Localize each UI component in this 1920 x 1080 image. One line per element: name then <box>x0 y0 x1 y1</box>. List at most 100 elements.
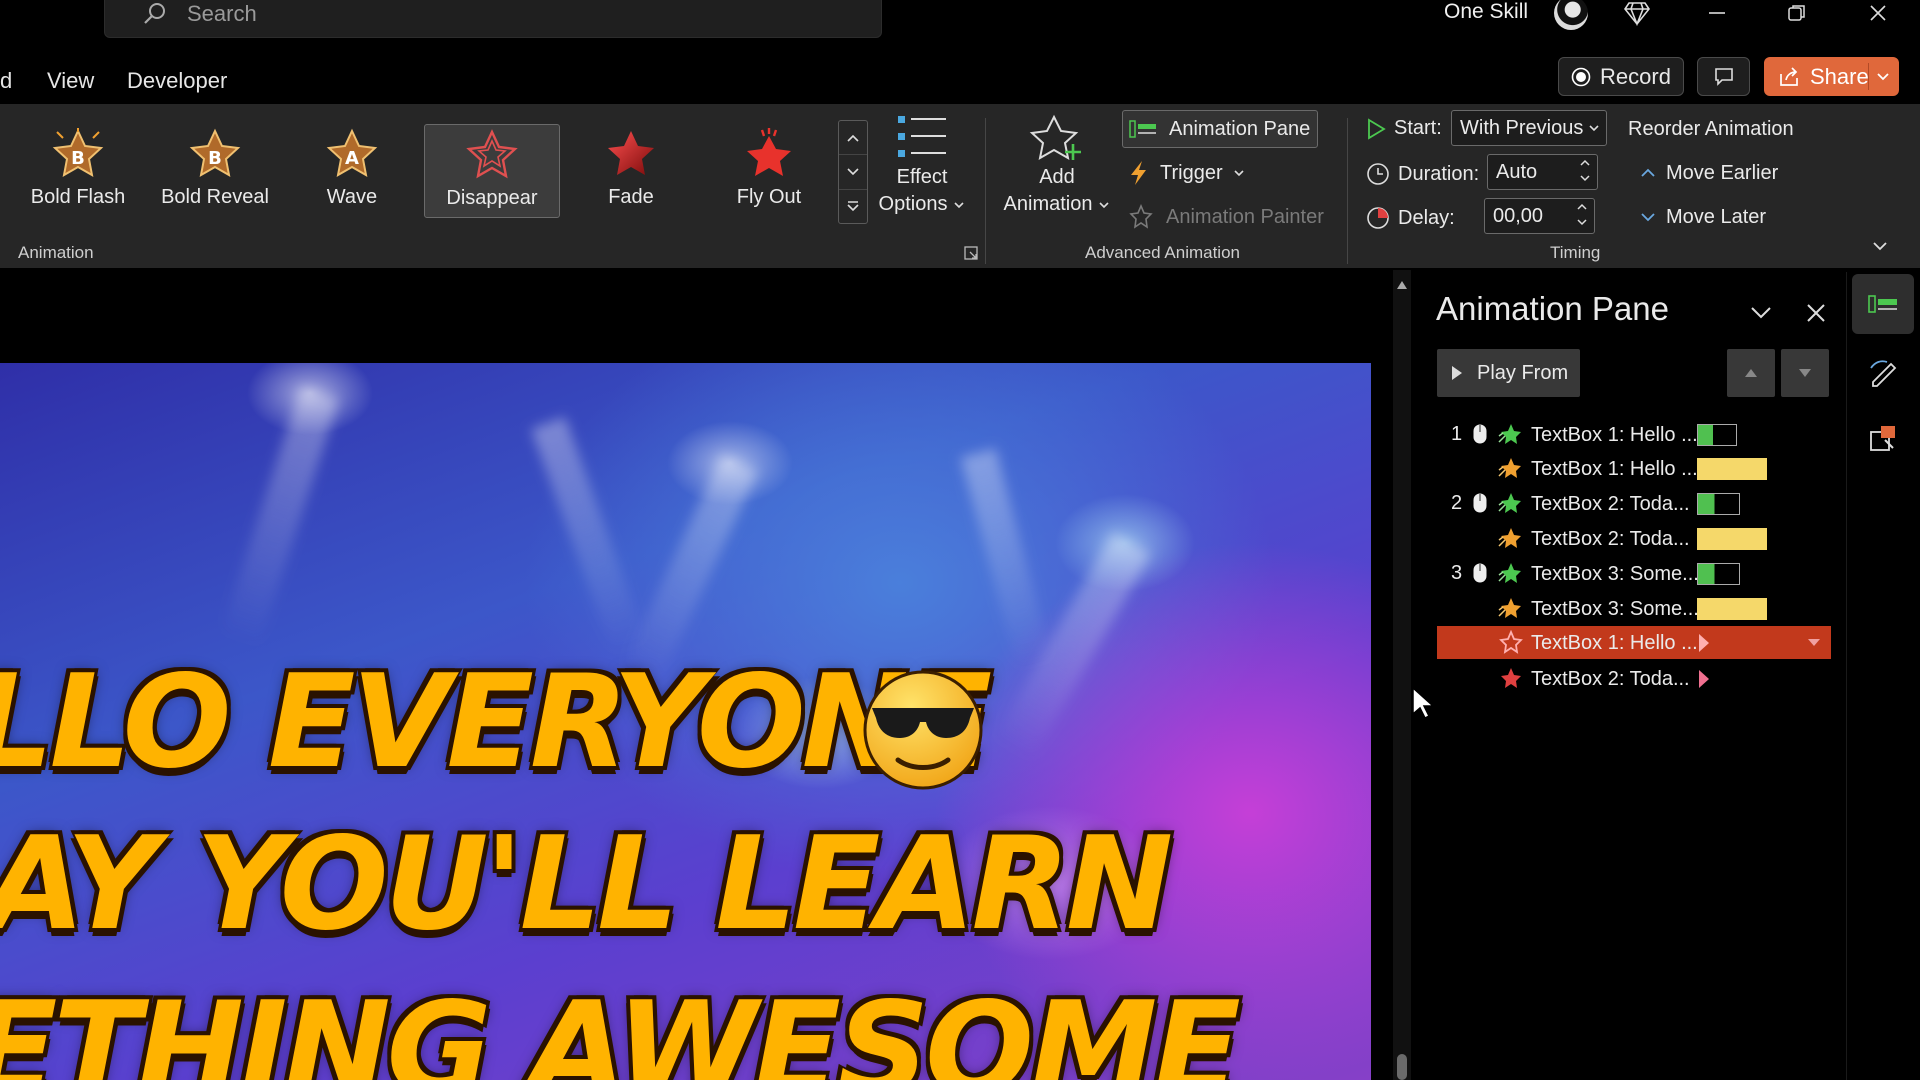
scroll-thumb[interactable] <box>1397 1054 1407 1080</box>
duration-spinner[interactable] <box>1579 158 1591 183</box>
animation-painter-icon <box>1128 204 1156 230</box>
entrance-star-icon <box>1497 561 1523 585</box>
pane-options-chevron-icon[interactable] <box>1750 305 1772 319</box>
gallery-bold-flash[interactable]: B Bold Flash <box>10 124 146 218</box>
effect-options-button[interactable]: Effect Options <box>874 114 970 218</box>
entrance-star-icon <box>1497 491 1523 515</box>
tab-developer[interactable]: Developer <box>127 68 227 94</box>
animation-list-item-selected[interactable]: TextBox 1: Hello ... <box>1437 626 1831 659</box>
designer-rail-icon[interactable] <box>1852 342 1914 402</box>
lightning-icon <box>1128 160 1150 186</box>
add-animation-button[interactable]: Add Animation <box>998 114 1116 218</box>
bold-reveal-star-icon: B <box>188 124 242 180</box>
gallery-fade[interactable]: Fade <box>563 124 699 218</box>
animation-pane-toggle[interactable]: Animation Pane <box>1122 110 1318 148</box>
animation-list-item[interactable]: TextBox 1: Hello ... <box>1437 452 1831 485</box>
gallery-wave[interactable]: A Wave <box>284 124 420 218</box>
chevron-down-icon <box>1233 168 1245 178</box>
mouse-click-icon <box>1472 562 1488 584</box>
mouse-cursor-icon <box>1411 686 1435 720</box>
add-animation-star-icon <box>1029 114 1085 164</box>
animation-list-item[interactable]: 3 TextBox 3: Some... <box>1437 557 1831 590</box>
share-label: Share <box>1810 63 1869 89</box>
restore-icon[interactable] <box>1777 0 1817 26</box>
triangle-down-icon <box>1798 368 1812 378</box>
effect-options-icon <box>896 114 948 160</box>
start-dropdown[interactable]: With Previous <box>1451 110 1607 146</box>
emphasis-star-icon <box>1497 526 1523 550</box>
scroll-up-icon[interactable] <box>1396 280 1408 290</box>
timeline-bar <box>1697 528 1767 550</box>
bold-flash-star-icon: B <box>51 124 105 180</box>
diamond-icon[interactable] <box>1617 0 1657 26</box>
chevron-up-icon <box>1640 167 1656 179</box>
animation-list-item[interactable]: TextBox 2: Toda... <box>1437 662 1831 695</box>
collapse-ribbon-icon[interactable] <box>1872 240 1888 252</box>
duration-input[interactable]: Auto <box>1487 154 1598 190</box>
duration-label: Duration: <box>1366 162 1479 186</box>
reorder-down-button[interactable] <box>1781 349 1829 397</box>
move-earlier-button[interactable]: Move Earlier <box>1640 154 1778 192</box>
animation-list-item[interactable]: TextBox 2: Toda... <box>1437 522 1831 555</box>
slide-text-line[interactable]: LLO EVERYONE <box>0 648 992 797</box>
comments-button[interactable] <box>1697 57 1750 96</box>
light-beam <box>220 386 340 647</box>
delay-spinner[interactable] <box>1576 202 1588 227</box>
entrance-star-icon <box>1497 422 1523 446</box>
svg-text:B: B <box>208 148 222 169</box>
chevron-down-icon[interactable] <box>1875 68 1891 84</box>
svg-text:A: A <box>345 148 359 169</box>
animation-list-item[interactable]: 2 TextBox 2: Toda... <box>1437 487 1831 520</box>
animation-pane-title: Animation Pane <box>1436 290 1669 327</box>
slide-text-line[interactable]: ETHING AWESOME <box>0 975 1241 1080</box>
delay-input[interactable]: 00,00 <box>1484 198 1595 234</box>
trigger-button[interactable]: Trigger <box>1128 154 1245 192</box>
gallery-scroll <box>838 120 868 224</box>
format-shape-rail-icon[interactable] <box>1852 408 1914 468</box>
reorder-animation-title: Reorder Animation <box>1628 117 1794 140</box>
slide-scrollbar[interactable] <box>1393 270 1411 1080</box>
gallery-disappear[interactable]: Disappear <box>424 124 560 218</box>
minimize-icon[interactable] <box>1697 0 1737 26</box>
gallery-bold-reveal[interactable]: B Bold Reveal <box>147 124 283 218</box>
close-pane-icon[interactable] <box>1806 303 1826 323</box>
animation-painter-button[interactable]: Animation Painter <box>1128 198 1324 236</box>
slide-text-line[interactable]: AY YOU'LL LEARN <box>0 810 1173 959</box>
chevron-down-icon <box>1640 211 1656 223</box>
tab-partial[interactable]: d <box>0 68 12 94</box>
gallery-up-icon[interactable] <box>839 121 867 156</box>
animation-list-item[interactable]: TextBox 3: Some... <box>1437 592 1831 625</box>
record-label: Record <box>1600 63 1671 89</box>
sunglasses-emoji-icon <box>858 668 988 792</box>
move-later-button[interactable]: Move Later <box>1640 198 1766 236</box>
group-label-advanced-animation: Advanced Animation <box>1085 243 1240 262</box>
play-icon <box>1366 117 1386 140</box>
record-button[interactable]: Record <box>1558 57 1684 96</box>
chevron-down-icon <box>1098 200 1110 210</box>
animation-pane-rail-icon[interactable] <box>1852 274 1914 334</box>
timeline-bar <box>1697 493 1740 515</box>
close-window-icon[interactable] <box>1858 0 1898 26</box>
record-icon <box>1571 67 1591 87</box>
share-button[interactable]: Share <box>1764 57 1899 96</box>
dialog-launcher-icon[interactable] <box>964 246 978 260</box>
gallery-down-icon[interactable] <box>839 155 867 190</box>
animation-pane-icon <box>1129 118 1159 140</box>
ribbon: B Bold Flash B Bold Reveal A Wave Disapp… <box>0 104 1920 268</box>
play-from-button[interactable]: Play From <box>1437 349 1580 397</box>
item-dropdown-icon[interactable] <box>1807 638 1821 648</box>
light-beam <box>960 448 1053 671</box>
animation-list-item[interactable]: 1 TextBox 1: Hello ... <box>1437 418 1831 451</box>
tab-view[interactable]: View <box>47 68 94 94</box>
reorder-up-button[interactable] <box>1727 349 1775 397</box>
fade-star-icon <box>604 124 658 180</box>
account-name[interactable]: One Skill <box>1444 0 1528 26</box>
group-label-animation: Animation <box>18 243 94 262</box>
search-box[interactable]: Search <box>104 0 882 38</box>
gallery-more-icon[interactable] <box>839 190 867 223</box>
chevron-down-icon <box>1588 123 1600 133</box>
comment-icon <box>1713 66 1735 88</box>
timeline-bar <box>1697 424 1737 446</box>
search-icon <box>141 1 169 29</box>
gallery-fly-out[interactable]: Fly Out <box>701 124 837 218</box>
